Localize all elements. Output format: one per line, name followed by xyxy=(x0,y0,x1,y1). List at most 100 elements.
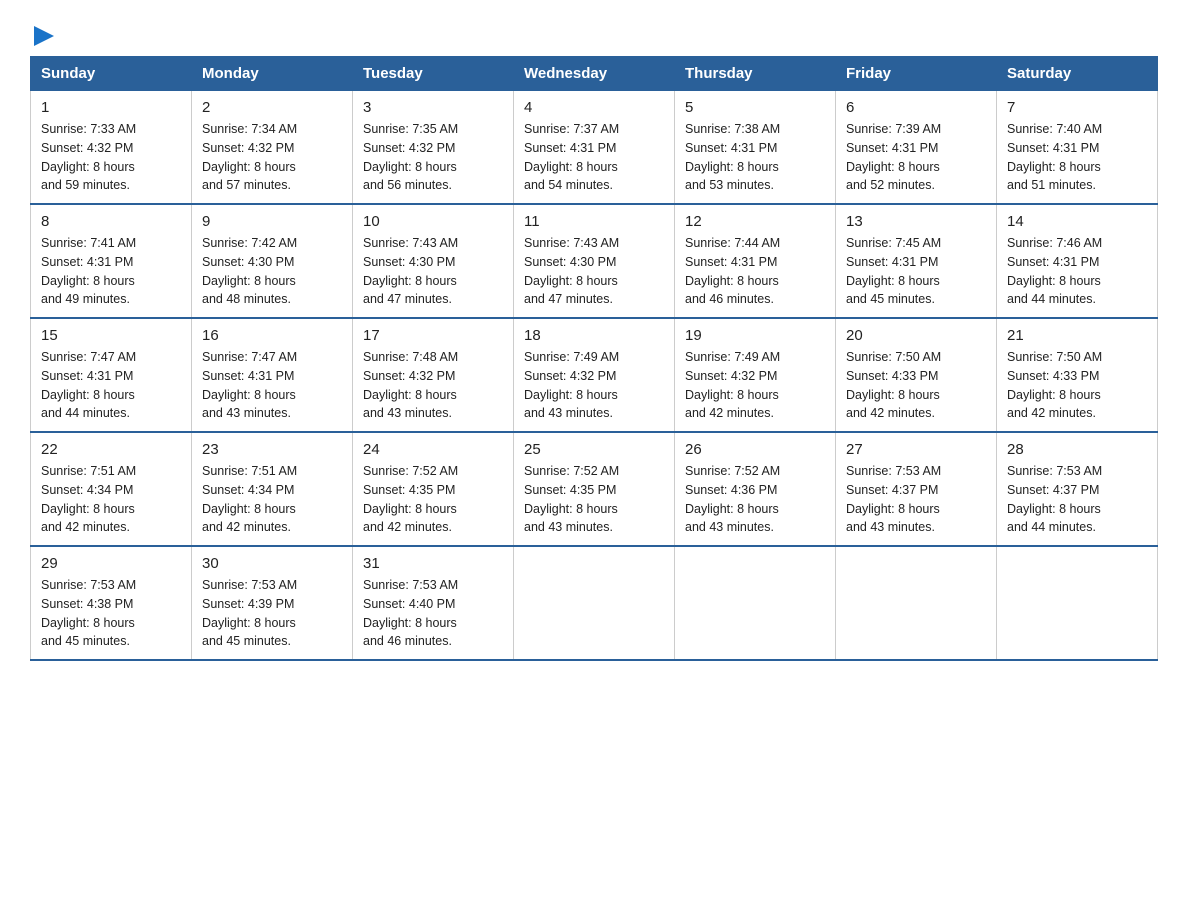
calendar-cell: 24Sunrise: 7:52 AMSunset: 4:35 PMDayligh… xyxy=(353,432,514,546)
day-number: 5 xyxy=(685,99,825,116)
day-info: Sunrise: 7:37 AMSunset: 4:31 PMDaylight:… xyxy=(524,120,664,195)
calendar-cell: 19 Sunrise: 7:49 AMSunset: 4:32 PMDayligh… xyxy=(675,318,836,432)
day-number: 14 xyxy=(1007,213,1147,230)
day-info: Sunrise: 7:47 AMSunset: 4:31 PMDaylight:… xyxy=(41,348,181,423)
day-number: 29 xyxy=(41,555,181,572)
day-number: 15 xyxy=(41,327,181,344)
day-info: Sunrise: 7:43 AMSunset: 4:30 PMDaylight:… xyxy=(363,234,503,309)
day-number: 20 xyxy=(846,327,986,344)
day-info: Sunrise: 7:45 AMSunset: 4:31 PMDaylight:… xyxy=(846,234,986,309)
day-info: Sunrise: 7:38 AMSunset: 4:31 PMDaylight:… xyxy=(685,120,825,195)
calendar-cell: 29Sunrise: 7:53 AMSunset: 4:38 PMDayligh… xyxy=(31,546,192,660)
calendar-week-row: 1Sunrise: 7:33 AMSunset: 4:32 PMDaylight… xyxy=(31,91,1158,205)
day-number: 28 xyxy=(1007,441,1147,458)
calendar-cell: 25Sunrise: 7:52 AMSunset: 4:35 PMDayligh… xyxy=(514,432,675,546)
calendar-table: SundayMondayTuesdayWednesdayThursdayFrid… xyxy=(30,56,1158,661)
calendar-cell: 26 Sunrise: 7:52 AMSunset: 4:36 PMDayligh… xyxy=(675,432,836,546)
logo-triangle-icon xyxy=(34,20,54,46)
day-info: Sunrise: 7:50 AMSunset: 4:33 PMDaylight:… xyxy=(846,348,986,423)
day-number: 21 xyxy=(1007,327,1147,344)
day-number: 9 xyxy=(202,213,342,230)
calendar-cell xyxy=(997,546,1158,660)
day-number: 18 xyxy=(524,327,664,344)
calendar-cell xyxy=(836,546,997,660)
day-number: 31 xyxy=(363,555,503,572)
day-number: 8 xyxy=(41,213,181,230)
day-info: Sunrise: 7:42 AMSunset: 4:30 PMDaylight:… xyxy=(202,234,342,309)
day-info: Sunrise: 7:51 AMSunset: 4:34 PMDaylight:… xyxy=(41,462,181,537)
calendar-cell: 4 Sunrise: 7:37 AMSunset: 4:31 PMDaylight… xyxy=(514,91,675,205)
day-info: Sunrise: 7:40 AMSunset: 4:31 PMDaylight:… xyxy=(1007,120,1147,195)
day-number: 6 xyxy=(846,99,986,116)
day-info: Sunrise: 7:53 AMSunset: 4:39 PMDaylight:… xyxy=(202,576,342,651)
calendar-week-row: 8 Sunrise: 7:41 AMSunset: 4:31 PMDaylight… xyxy=(31,204,1158,318)
day-info: Sunrise: 7:47 AMSunset: 4:31 PMDaylight:… xyxy=(202,348,342,423)
day-number: 3 xyxy=(363,99,503,116)
logo xyxy=(30,20,54,46)
day-number: 25 xyxy=(524,441,664,458)
weekday-header-sunday: Sunday xyxy=(31,57,192,91)
weekday-header-thursday: Thursday xyxy=(675,57,836,91)
calendar-cell: 30 Sunrise: 7:53 AMSunset: 4:39 PMDayligh… xyxy=(192,546,353,660)
calendar-cell: 23 Sunrise: 7:51 AMSunset: 4:34 PMDayligh… xyxy=(192,432,353,546)
calendar-cell: 12 Sunrise: 7:44 AMSunset: 4:31 PMDayligh… xyxy=(675,204,836,318)
calendar-cell: 11 Sunrise: 7:43 AMSunset: 4:30 PMDayligh… xyxy=(514,204,675,318)
calendar-week-row: 15 Sunrise: 7:47 AMSunset: 4:31 PMDayligh… xyxy=(31,318,1158,432)
calendar-week-row: 29Sunrise: 7:53 AMSunset: 4:38 PMDayligh… xyxy=(31,546,1158,660)
day-number: 12 xyxy=(685,213,825,230)
calendar-cell: 21 Sunrise: 7:50 AMSunset: 4:33 PMDayligh… xyxy=(997,318,1158,432)
calendar-cell: 8 Sunrise: 7:41 AMSunset: 4:31 PMDaylight… xyxy=(31,204,192,318)
day-info: Sunrise: 7:53 AMSunset: 4:37 PMDaylight:… xyxy=(846,462,986,537)
weekday-header-monday: Monday xyxy=(192,57,353,91)
day-number: 27 xyxy=(846,441,986,458)
day-info: Sunrise: 7:49 AMSunset: 4:32 PMDaylight:… xyxy=(685,348,825,423)
weekday-header-row: SundayMondayTuesdayWednesdayThursdayFrid… xyxy=(31,57,1158,91)
calendar-week-row: 22 Sunrise: 7:51 AMSunset: 4:34 PMDayligh… xyxy=(31,432,1158,546)
day-number: 7 xyxy=(1007,99,1147,116)
calendar-cell: 27 Sunrise: 7:53 AMSunset: 4:37 PMDayligh… xyxy=(836,432,997,546)
logo-inner xyxy=(30,20,54,46)
calendar-cell: 5 Sunrise: 7:38 AMSunset: 4:31 PMDaylight… xyxy=(675,91,836,205)
day-info: Sunrise: 7:33 AMSunset: 4:32 PMDaylight:… xyxy=(41,120,181,195)
day-info: Sunrise: 7:44 AMSunset: 4:31 PMDaylight:… xyxy=(685,234,825,309)
calendar-cell: 28 Sunrise: 7:53 AMSunset: 4:37 PMDayligh… xyxy=(997,432,1158,546)
calendar-cell: 17 Sunrise: 7:48 AMSunset: 4:32 PMDayligh… xyxy=(353,318,514,432)
page-header xyxy=(30,20,1158,46)
day-number: 4 xyxy=(524,99,664,116)
day-info: Sunrise: 7:53 AMSunset: 4:37 PMDaylight:… xyxy=(1007,462,1147,537)
day-number: 16 xyxy=(202,327,342,344)
logo-arrow-svg xyxy=(34,26,54,46)
day-info: Sunrise: 7:48 AMSunset: 4:32 PMDaylight:… xyxy=(363,348,503,423)
calendar-cell: 13 Sunrise: 7:45 AMSunset: 4:31 PMDayligh… xyxy=(836,204,997,318)
day-number: 2 xyxy=(202,99,342,116)
day-info: Sunrise: 7:50 AMSunset: 4:33 PMDaylight:… xyxy=(1007,348,1147,423)
calendar-cell: 9 Sunrise: 7:42 AMSunset: 4:30 PMDaylight… xyxy=(192,204,353,318)
calendar-cell: 1Sunrise: 7:33 AMSunset: 4:32 PMDaylight… xyxy=(31,91,192,205)
day-number: 19 xyxy=(685,327,825,344)
weekday-header-saturday: Saturday xyxy=(997,57,1158,91)
day-info: Sunrise: 7:39 AMSunset: 4:31 PMDaylight:… xyxy=(846,120,986,195)
day-number: 11 xyxy=(524,213,664,230)
calendar-body: 1Sunrise: 7:33 AMSunset: 4:32 PMDaylight… xyxy=(31,91,1158,661)
day-info: Sunrise: 7:41 AMSunset: 4:31 PMDaylight:… xyxy=(41,234,181,309)
day-number: 13 xyxy=(846,213,986,230)
day-info: Sunrise: 7:43 AMSunset: 4:30 PMDaylight:… xyxy=(524,234,664,309)
calendar-cell: 22 Sunrise: 7:51 AMSunset: 4:34 PMDayligh… xyxy=(31,432,192,546)
calendar-cell: 6 Sunrise: 7:39 AMSunset: 4:31 PMDaylight… xyxy=(836,91,997,205)
day-number: 23 xyxy=(202,441,342,458)
day-number: 30 xyxy=(202,555,342,572)
day-info: Sunrise: 7:35 AMSunset: 4:32 PMDaylight:… xyxy=(363,120,503,195)
day-info: Sunrise: 7:51 AMSunset: 4:34 PMDaylight:… xyxy=(202,462,342,537)
day-number: 22 xyxy=(41,441,181,458)
calendar-cell: 16 Sunrise: 7:47 AMSunset: 4:31 PMDayligh… xyxy=(192,318,353,432)
calendar-cell: 2Sunrise: 7:34 AMSunset: 4:32 PMDaylight… xyxy=(192,91,353,205)
day-info: Sunrise: 7:52 AMSunset: 4:36 PMDaylight:… xyxy=(685,462,825,537)
day-number: 17 xyxy=(363,327,503,344)
calendar-cell: 7 Sunrise: 7:40 AMSunset: 4:31 PMDaylight… xyxy=(997,91,1158,205)
weekday-header-tuesday: Tuesday xyxy=(353,57,514,91)
calendar-cell: 14Sunrise: 7:46 AMSunset: 4:31 PMDayligh… xyxy=(997,204,1158,318)
calendar-cell xyxy=(675,546,836,660)
day-number: 26 xyxy=(685,441,825,458)
calendar-cell: 18Sunrise: 7:49 AMSunset: 4:32 PMDayligh… xyxy=(514,318,675,432)
calendar-cell: 31Sunrise: 7:53 AMSunset: 4:40 PMDayligh… xyxy=(353,546,514,660)
